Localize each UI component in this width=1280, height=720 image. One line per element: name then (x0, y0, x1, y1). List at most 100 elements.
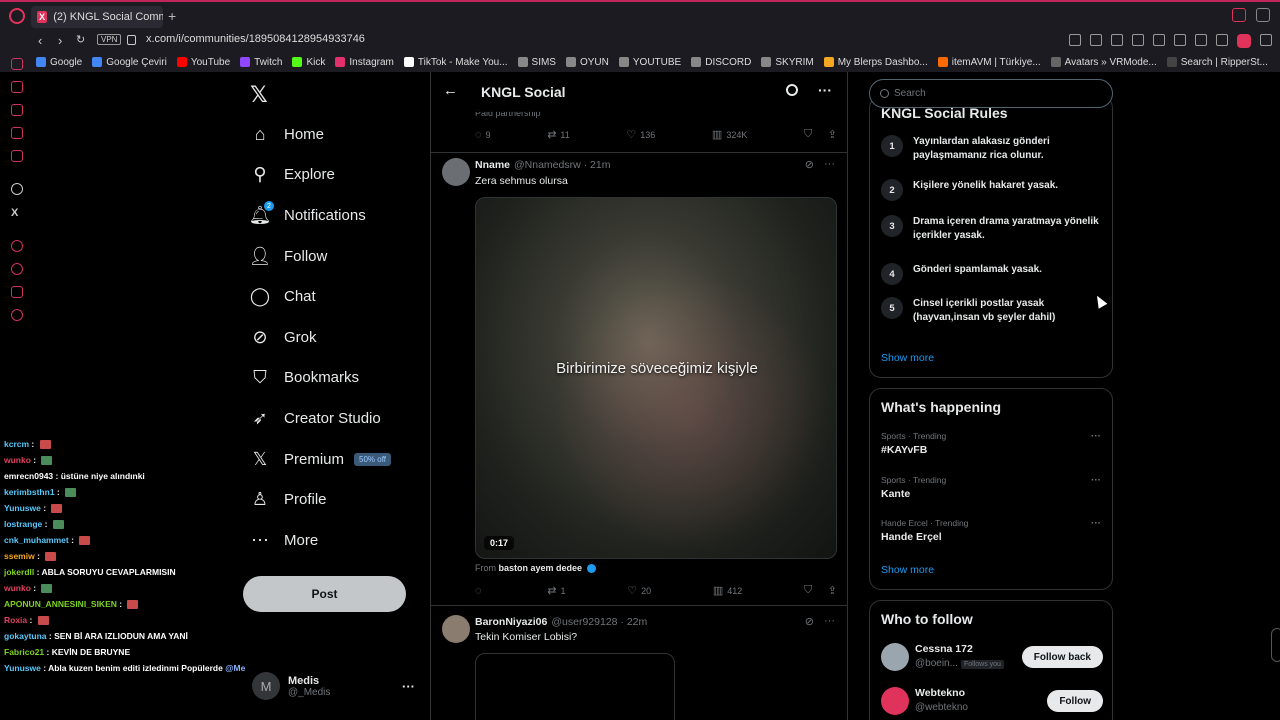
trend-more-icon[interactable]: ··· (1091, 518, 1101, 529)
new-tab-icon[interactable]: + (168, 8, 176, 24)
x-icon[interactable]: X (11, 207, 23, 219)
trend-more-icon[interactable]: ··· (1091, 431, 1101, 442)
show-more-link[interactable]: Show more (881, 564, 934, 576)
like-button[interactable]: ♡ 20 (627, 584, 651, 597)
follow-button[interactable]: Follow (1047, 690, 1103, 712)
bookmark-item[interactable]: Google Çeviri (92, 57, 167, 68)
repost-button[interactable]: ⇄ 1 (547, 584, 565, 597)
more-icon[interactable]: ··· (818, 82, 832, 98)
menu-icon[interactable] (1256, 8, 1270, 22)
translate-icon[interactable] (1153, 34, 1165, 46)
grok-icon[interactable]: ⊘ (805, 158, 814, 171)
history-icon[interactable] (11, 263, 23, 275)
tweet-video[interactable]: Birbirimize söveceğimiz kişiyle 0:17 (475, 197, 837, 559)
bookmark-item[interactable]: Avatars » VRMode... (1050, 57, 1157, 68)
bookmark-item[interactable]: YouTube (176, 57, 230, 68)
extension-icon[interactable] (1237, 34, 1251, 48)
bookmark-item[interactable]: Instagram (335, 57, 394, 68)
send-icon[interactable] (1195, 34, 1207, 46)
account-switcher[interactable]: M Medis @_Medis (252, 672, 330, 700)
nav-item-more[interactable]: ⋯ More (250, 520, 391, 561)
views-button[interactable]: ▥ 412 (713, 584, 742, 597)
tweet-author-handle[interactable]: @user929128 · 22m (551, 616, 647, 628)
bookmark-item[interactable]: My Blerps Dashbo... (823, 57, 928, 68)
tweet-media[interactable] (475, 653, 675, 720)
url-field[interactable]: x.com/i/communities/1895084128954933746 (146, 33, 365, 45)
reply-button[interactable]: ◌ (475, 585, 486, 597)
tweet-more-icon[interactable]: ··· (824, 615, 835, 628)
chatgpt-icon[interactable] (11, 183, 23, 195)
bookmark-item[interactable]: YOUTUBE (618, 57, 681, 68)
tracker-icon[interactable] (1132, 34, 1144, 46)
player-icon[interactable] (11, 240, 23, 252)
bookmark-item[interactable]: Twitch (240, 57, 282, 68)
nav-item-premium[interactable]: 𝕏 Premium 50% off (250, 439, 391, 480)
trend-more-icon[interactable]: ··· (1091, 475, 1101, 486)
trend-item[interactable]: Sports · Trending #KAYvFB ··· (881, 431, 1103, 456)
search-icon[interactable] (1232, 8, 1246, 22)
bookmark-item[interactable]: DISCORD (691, 57, 751, 68)
tweet-author-handle[interactable]: @Nnamedsrw · 21m (514, 159, 610, 171)
settings-icon[interactable] (11, 309, 23, 321)
bookmark-icon[interactable]: ⛉ (804, 584, 812, 597)
views-button[interactable]: ▥ 324K (712, 128, 747, 141)
nav-item-bookmarks[interactable]: ⛉ Bookmarks (250, 358, 391, 399)
back-icon[interactable]: ‹ (38, 33, 42, 48)
forward-icon[interactable]: › (58, 33, 62, 48)
follow-back-button[interactable]: Follow back (1021, 646, 1103, 668)
post-button[interactable]: Post (243, 576, 406, 612)
reload-icon[interactable]: ↻ (76, 33, 85, 46)
trend-item[interactable]: Hande Ercel · Trending Hande Erçel ··· (881, 518, 1103, 543)
nav-item-grok[interactable]: ⊘ Grok (250, 317, 391, 358)
bookmark-item[interactable]: itemAVM | Türkiye... (937, 57, 1041, 68)
grok-icon[interactable]: ⊘ (805, 615, 814, 628)
browser-tab[interactable]: X (2) KNGL Social Communi (31, 6, 163, 28)
share-icon[interactable] (1174, 34, 1186, 46)
avatar[interactable] (881, 643, 909, 671)
bookmark-item[interactable]: Kick (292, 57, 325, 68)
share-icon[interactable]: ⇪ (828, 128, 837, 141)
follow-suggestion[interactable]: Webtekno @webtekno Follow (881, 687, 1103, 720)
search-icon[interactable] (786, 84, 798, 96)
reply-button[interactable]: ◌ 9 (475, 129, 491, 141)
snapshot-icon[interactable] (1090, 34, 1102, 46)
vpn-badge[interactable]: VPN (97, 34, 122, 45)
repost-button[interactable]: ⇄ 11 (547, 128, 570, 141)
nav-item-home[interactable]: ⌂ Home (250, 114, 391, 155)
account-more-icon[interactable]: ··· (402, 679, 415, 694)
game-icon[interactable] (11, 127, 23, 139)
tweet-avatar[interactable] (442, 158, 470, 186)
lock-icon[interactable] (127, 35, 136, 45)
bookmark-item[interactable]: SIMS (517, 57, 556, 68)
bookmark-item[interactable]: Search | RipperSt... (1166, 57, 1268, 68)
adblock-icon[interactable] (1111, 34, 1123, 46)
nav-item-explore[interactable]: ⚲ Explore (250, 155, 391, 196)
download-icon[interactable] (1260, 34, 1272, 46)
back-arrow-icon[interactable]: ← (443, 82, 458, 99)
pin-icon[interactable] (1069, 34, 1081, 46)
tweet-author-name[interactable]: Nname (475, 159, 510, 171)
follow-suggestion[interactable]: Cessna 172 @boein... Follows you Follow bac… (881, 643, 1103, 677)
nav-item-follow[interactable]: 👤︎ Follow (249, 236, 391, 277)
mail-icon[interactable] (11, 58, 23, 70)
like-button[interactable]: ♡ 136 (626, 128, 655, 141)
trend-item[interactable]: Sports · Trending Kante ··· (881, 475, 1103, 500)
tweet-avatar[interactable] (442, 615, 470, 643)
nav-item-profile[interactable]: ♙ Profile (250, 479, 391, 520)
nav-item-creator-studio[interactable]: ➶ Creator Studio (250, 398, 391, 439)
heart-icon[interactable] (1216, 34, 1228, 46)
tweet-author-name[interactable]: BaronNiyazi06 (475, 616, 547, 628)
refresh-icon[interactable] (11, 81, 23, 93)
bookmark-item[interactable]: TikTok - Make You... (403, 57, 508, 68)
bag-icon[interactable] (11, 104, 23, 116)
opera-logo-icon[interactable] (9, 8, 25, 24)
scroll-handle[interactable] (1271, 628, 1280, 662)
messenger-icon[interactable] (11, 150, 23, 162)
show-more-link[interactable]: Show more (881, 352, 934, 364)
bookmark-item[interactable]: OYUN (565, 57, 609, 68)
bookmark-item[interactable]: SKYRIM (761, 57, 814, 68)
bookmark-icon[interactable]: ⛉ (804, 128, 812, 141)
tweet-more-icon[interactable]: ··· (824, 158, 835, 171)
x-logo-icon[interactable]: 𝕏 (250, 83, 268, 108)
from-user-link[interactable]: baston ayem dedee (499, 563, 583, 573)
